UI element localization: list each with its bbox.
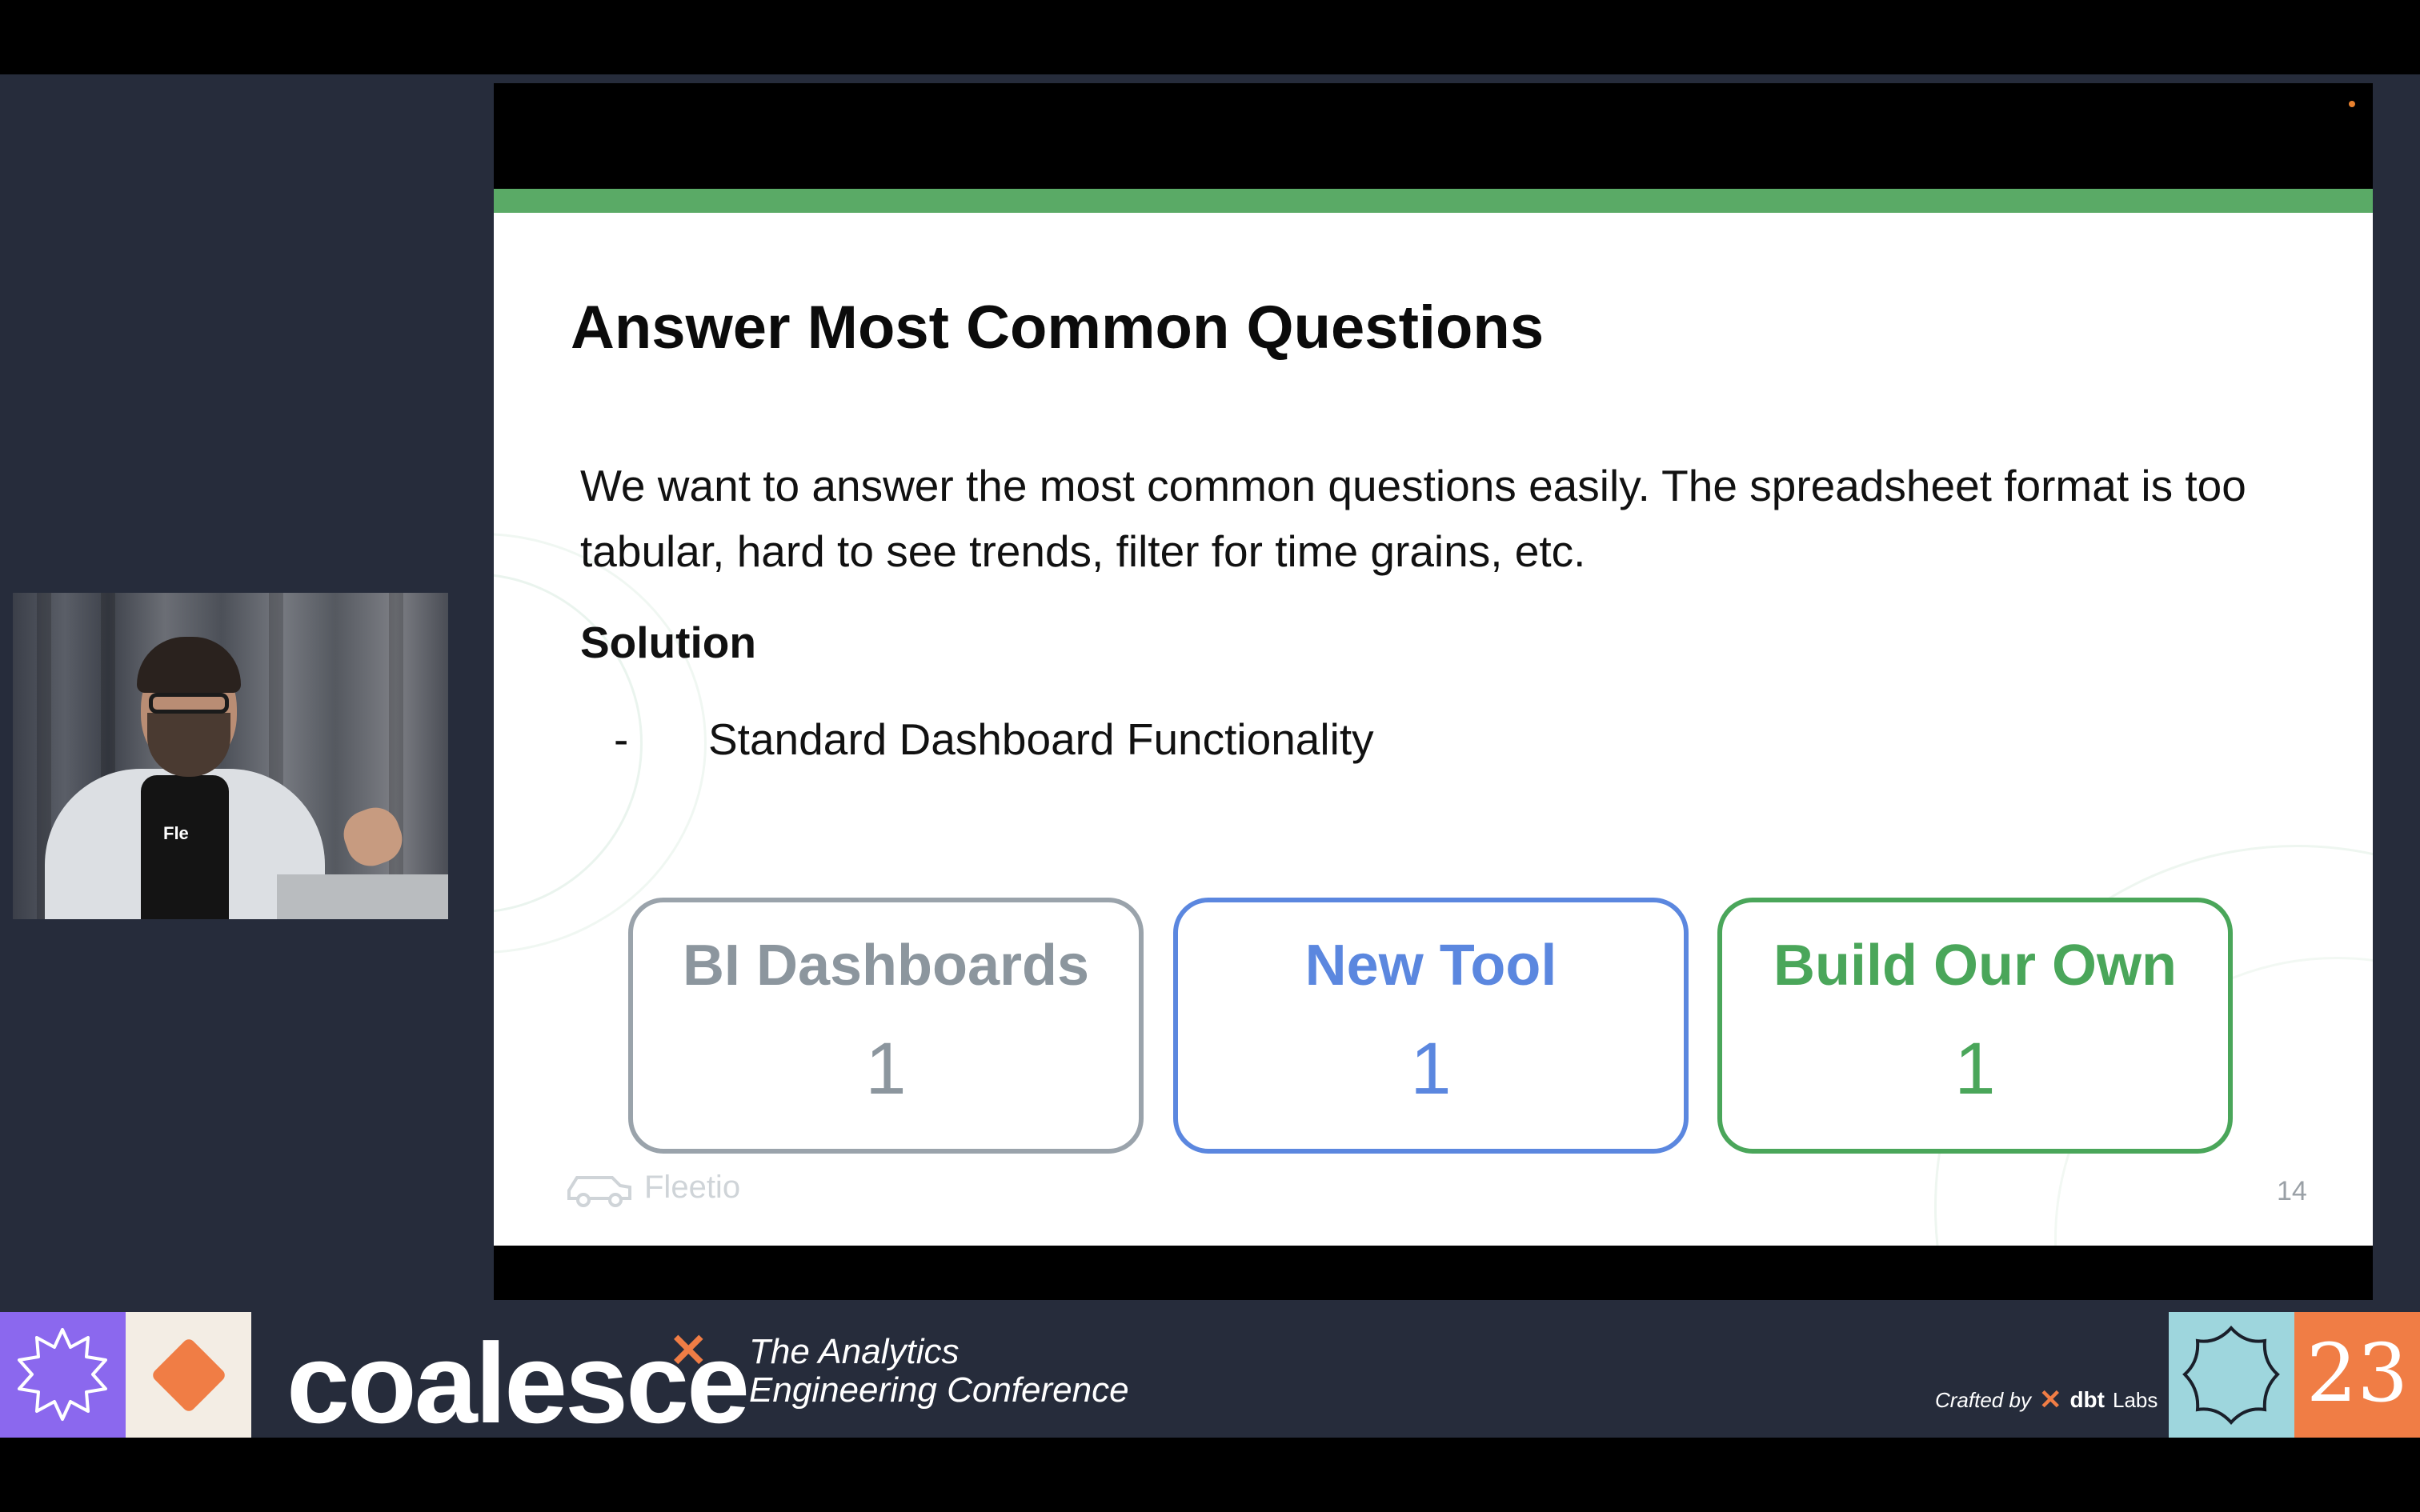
tagline-line: The Analytics [749,1332,960,1371]
option-card-bi-dashboards: BI Dashboards 1 [628,898,1144,1154]
solution-heading: Solution [580,618,756,667]
logo-text: Fleetio [644,1169,741,1205]
tagline-line: Engineering Conference [749,1370,1129,1410]
event-year: 23 [2306,1326,2409,1420]
speaker-glasses [149,693,229,714]
badge-icon [2182,1326,2280,1425]
speaker-hair [137,637,241,693]
card-title: Build Our Own [1773,934,2177,998]
card-count: 1 [1410,1028,1452,1110]
crafted-by-label: Crafted by [1935,1387,2031,1412]
slide-body-text: We want to answer the most common questi… [580,461,2246,576]
coalesce-x-icon: ✕ [669,1325,708,1377]
slide-accent-bar [494,189,2373,213]
top-letterbox [0,0,2420,74]
diamond-icon [150,1336,228,1414]
speaker-video: Fle [13,593,448,919]
sponsor-name: dbt [2069,1387,2105,1412]
card-title: BI Dashboards [682,934,1090,998]
laptop [277,874,448,919]
truck-icon [567,1176,631,1207]
slide-title: Answer Most Common Questions [571,294,1545,362]
card-count: 1 [1954,1028,1996,1110]
option-card-new-tool: New Tool 1 [1173,898,1689,1154]
speaker-beard [147,713,230,777]
option-card-build-our-own: Build Our Own 1 [1717,898,2233,1154]
curtain-fold [389,593,403,919]
recording-indicator-icon [2349,101,2355,107]
presentation-slide: Answer Most Common Questions We want to … [494,189,2373,1246]
bullet-item: - Standard Dashboard Functionality [614,714,1374,765]
conference-tagline: The Analytics Engineering Conference [749,1333,1129,1410]
bottom-letterbox [0,1438,2420,1512]
bullet-text: Standard Dashboard Functionality [708,714,1374,764]
starburst-icon [18,1328,107,1421]
dbt-x-icon: ✕ [2038,1385,2062,1415]
page-number: 14 [2277,1176,2307,1206]
fleetio-logo: Fleetio [566,1166,740,1208]
diamond-tile [126,1312,251,1438]
badge-tile [2169,1312,2294,1438]
crafted-by: Crafted by ✕ dbt Labs [1935,1384,2158,1416]
shirt-text: Fle [163,823,189,843]
bullet-marker: - [614,714,629,764]
card-count: 1 [865,1028,907,1110]
sponsor-suffix: Labs [2112,1387,2158,1412]
year-tile: 23 [2294,1312,2420,1438]
starburst-tile [0,1312,126,1438]
card-title: New Tool [1304,934,1557,998]
speaker-shirt: Fle [141,775,229,919]
